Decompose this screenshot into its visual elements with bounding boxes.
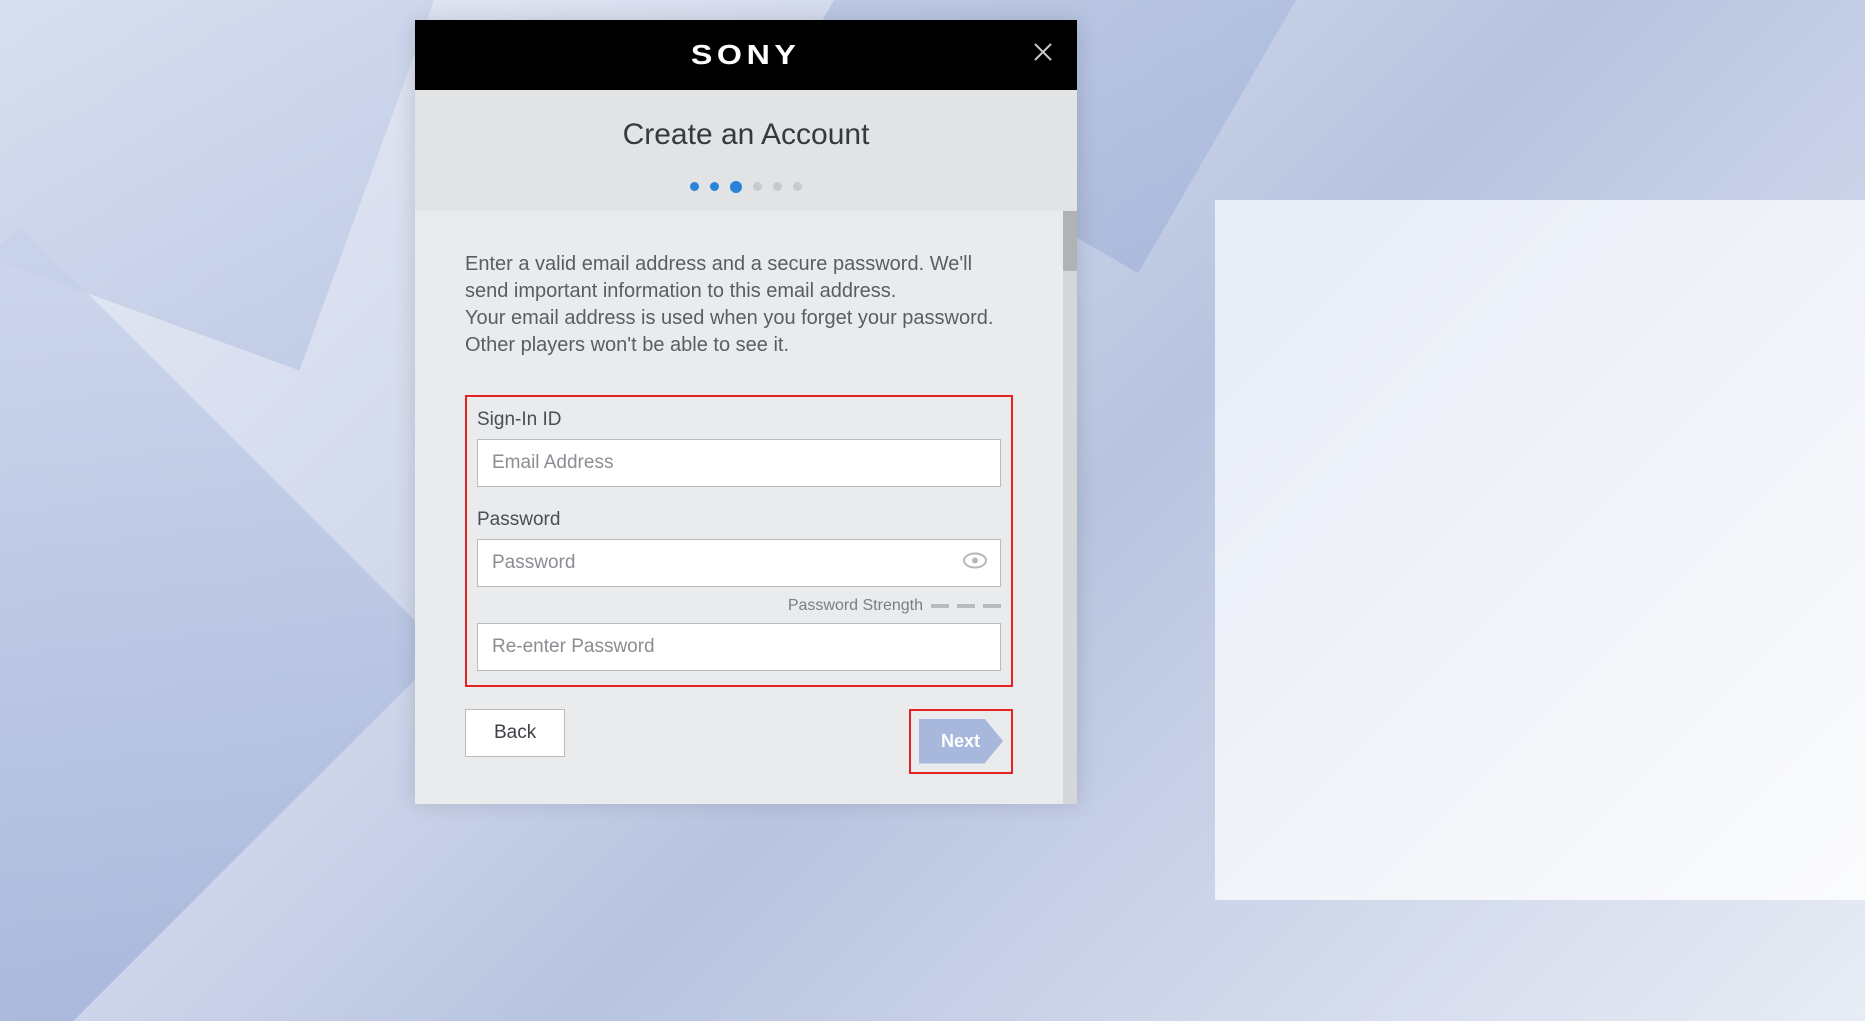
strength-segment — [983, 604, 1001, 608]
step-dot — [753, 182, 762, 191]
title-area: Create an Account — [415, 90, 1077, 211]
strength-segment — [957, 604, 975, 608]
password-label: Password — [477, 509, 1001, 531]
form-highlight-box: Sign-In ID Password Password Strength — [465, 395, 1013, 687]
page-title: Create an Account — [415, 118, 1077, 152]
signin-id-label: Sign-In ID — [477, 409, 1001, 431]
step-dot — [773, 182, 782, 191]
scroll-area: Enter a valid email address and a secure… — [415, 211, 1077, 804]
reenter-password-field[interactable] — [477, 623, 1001, 671]
password-strength-label: Password Strength — [788, 597, 923, 615]
step-dot — [690, 182, 699, 191]
brand-logo: SONY — [691, 39, 801, 71]
password-strength-row: Password Strength — [477, 597, 1001, 615]
password-field[interactable] — [477, 539, 1001, 587]
step-dot — [710, 182, 719, 191]
modal-header: SONY — [415, 20, 1077, 90]
next-button[interactable]: Next — [919, 719, 1003, 764]
create-account-modal: SONY Create an Account Enter a valid ema… — [415, 20, 1077, 800]
step-dot — [793, 182, 802, 191]
back-button[interactable]: Back — [465, 709, 565, 757]
scrollbar-thumb[interactable] — [1063, 211, 1077, 271]
eye-icon[interactable] — [963, 552, 987, 573]
strength-segment — [931, 604, 949, 608]
button-row: Back Next — [465, 709, 1013, 774]
close-icon[interactable] — [1031, 40, 1055, 70]
next-highlight-box: Next — [909, 709, 1013, 774]
step-dot — [730, 181, 742, 193]
stepper — [415, 182, 1077, 193]
email-field[interactable] — [477, 439, 1001, 487]
scrollbar-track[interactable] — [1063, 211, 1077, 804]
content: Enter a valid email address and a secure… — [415, 211, 1063, 804]
description-text: Enter a valid email address and a secure… — [465, 251, 1013, 359]
